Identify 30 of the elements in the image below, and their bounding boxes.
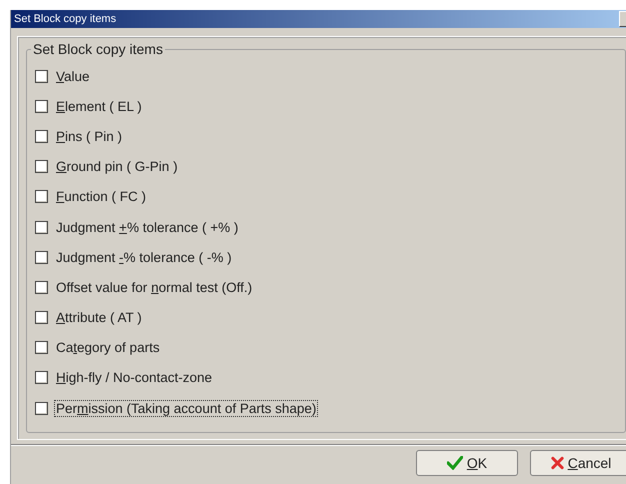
checkbox-label[interactable]: Judgment +% tolerance ( +% ) bbox=[54, 218, 240, 236]
checkbox-label[interactable]: Offset value for normal test (Off.) bbox=[54, 278, 254, 296]
group-title: Set Block copy items bbox=[32, 41, 164, 57]
checkbox[interactable] bbox=[35, 190, 48, 204]
checkbox[interactable] bbox=[35, 250, 48, 264]
checkbox[interactable] bbox=[35, 70, 48, 83]
checkbox-label[interactable]: Pins ( Pin ) bbox=[54, 128, 124, 145]
window-title: Set Block copy items bbox=[13, 13, 116, 25]
cross-icon bbox=[550, 456, 564, 470]
checkbox[interactable] bbox=[35, 130, 48, 143]
checkmark-icon bbox=[446, 456, 463, 470]
checkbox-label[interactable]: Permission (Taking account of Parts shape) bbox=[54, 400, 318, 417]
checkbox-label[interactable]: Value bbox=[54, 68, 92, 85]
checkbox[interactable] bbox=[35, 220, 48, 234]
checkbox-label[interactable]: Ground pin ( G-Pin ) bbox=[54, 158, 180, 176]
checkbox-label[interactable]: High-fly / No-contact-zone bbox=[54, 369, 214, 386]
checkbox[interactable] bbox=[35, 160, 48, 174]
checkbox[interactable] bbox=[35, 100, 48, 113]
checkbox[interactable] bbox=[35, 371, 48, 384]
checkbox[interactable] bbox=[35, 311, 48, 324]
checkbox[interactable] bbox=[35, 341, 48, 354]
checkbox[interactable] bbox=[35, 280, 48, 294]
checkbox[interactable] bbox=[35, 402, 48, 415]
ok-button[interactable]: OK bbox=[416, 450, 518, 476]
checkbox-label[interactable]: Category of parts bbox=[54, 339, 162, 356]
checkbox-label[interactable]: Element ( EL ) bbox=[54, 98, 144, 115]
checkbox-label[interactable]: Judgment -% tolerance ( -% ) bbox=[54, 248, 234, 266]
checkbox-label[interactable]: Function ( FC ) bbox=[54, 188, 148, 206]
checkbox-label[interactable]: Attribute ( AT ) bbox=[54, 309, 144, 326]
cancel-button[interactable]: Cancel bbox=[530, 450, 626, 476]
